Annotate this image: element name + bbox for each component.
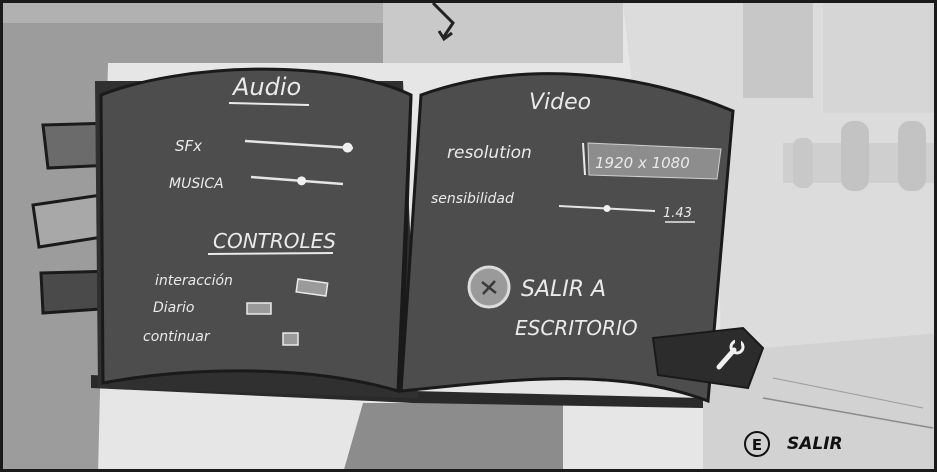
book-menu: Audio SFx MUSICA CONTROLES interacción D… <box>31 67 765 408</box>
exit-label-line2: ESCRITORIO <box>515 316 638 340</box>
resolution-label: resolution <box>447 143 532 163</box>
audio-heading: Audio <box>231 73 301 101</box>
sensibilidad-label: sensibilidad <box>431 191 514 207</box>
control-label: continuar <box>143 329 211 345</box>
control-label: Diario <box>153 300 194 316</box>
prompt-label: SALIR <box>787 434 843 454</box>
resolution-value: 1920 x 1080 <box>595 154 690 172</box>
prompt-key: E <box>752 436 762 454</box>
sensibilidad-value: 1.43 <box>663 206 692 221</box>
resolution-dropdown[interactable]: 1920 x 1080 <box>582 142 722 180</box>
exit-label-line1: SALIR A <box>521 277 606 302</box>
musica-label: MUSICA <box>169 176 224 192</box>
exit-prompt-group[interactable]: E SALIR <box>744 431 843 457</box>
musica-slider-knob[interactable] <box>297 176 307 186</box>
control-label: interacción <box>155 273 233 289</box>
sfx-slider-knob[interactable] <box>342 142 353 153</box>
key-binding-box[interactable] <box>246 302 272 315</box>
video-heading: Video <box>529 90 591 115</box>
sensibilidad-slider-knob[interactable] <box>603 205 611 212</box>
key-binding-box[interactable] <box>282 332 299 346</box>
game-scene: Audio SFx MUSICA CONTROLES interacción D… <box>0 0 937 472</box>
controles-heading: CONTROLES <box>213 229 336 253</box>
sfx-label: SFx <box>175 137 202 155</box>
